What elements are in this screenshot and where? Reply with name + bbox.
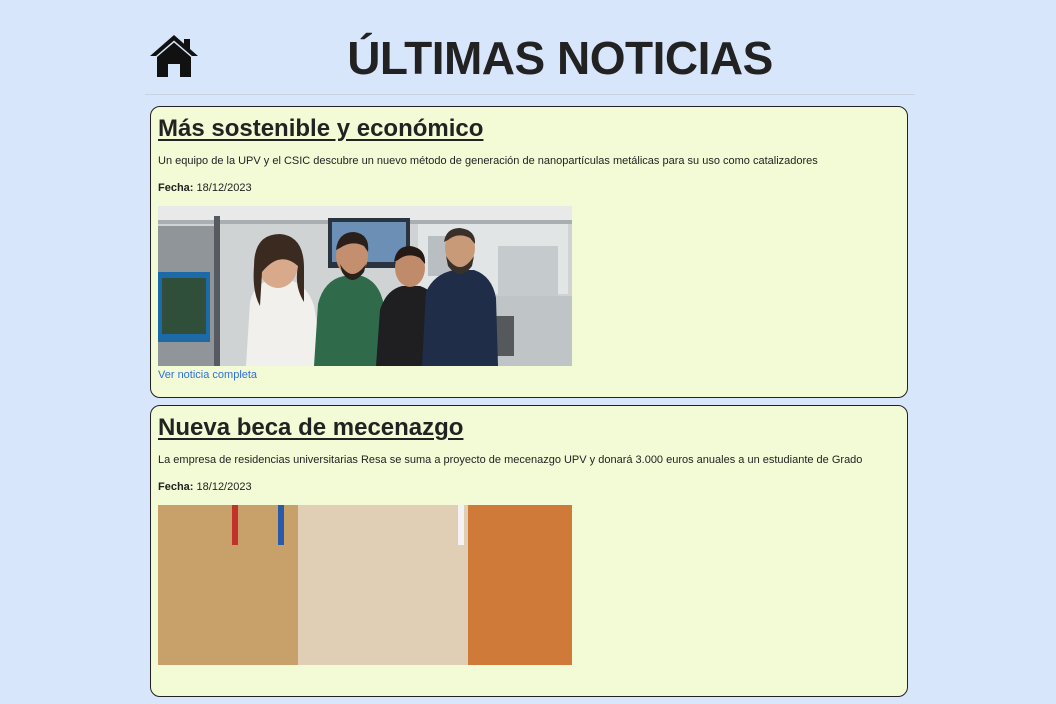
news-card: Más sostenible y económico Un equipo de … [150,106,908,398]
page-header: ÚLTIMAS NOTICIAS [145,28,915,94]
home-link[interactable] [147,33,201,77]
date-value: 18/12/2023 [196,182,252,194]
news-list: Más sostenible y económico Un equipo de … [150,106,908,704]
news-date: Fecha: 18/12/2023 [158,181,900,196]
news-title-link[interactable]: Nueva beca de mecenazgo [158,414,900,442]
date-label: Fecha: [158,182,194,194]
page-title: ÚLTIMAS NOTICIAS [347,32,773,84]
news-description: La empresa de residencias universitarias… [158,454,863,466]
news-title-link[interactable]: Más sostenible y económico [158,115,900,143]
news-date: Fecha: 18/12/2023 [158,480,900,495]
header-divider [145,94,915,95]
date-value: 18/12/2023 [196,481,252,493]
news-description: Un equipo de la UPV y el CSIC descubre u… [158,155,818,167]
news-photo [158,505,572,665]
news-photo [158,206,572,366]
date-label: Fecha: [158,481,194,493]
read-more-link[interactable]: Ver noticia completa [158,368,900,382]
news-card: Nueva beca de mecenazgo La empresa de re… [150,405,908,697]
home-icon [150,35,198,77]
